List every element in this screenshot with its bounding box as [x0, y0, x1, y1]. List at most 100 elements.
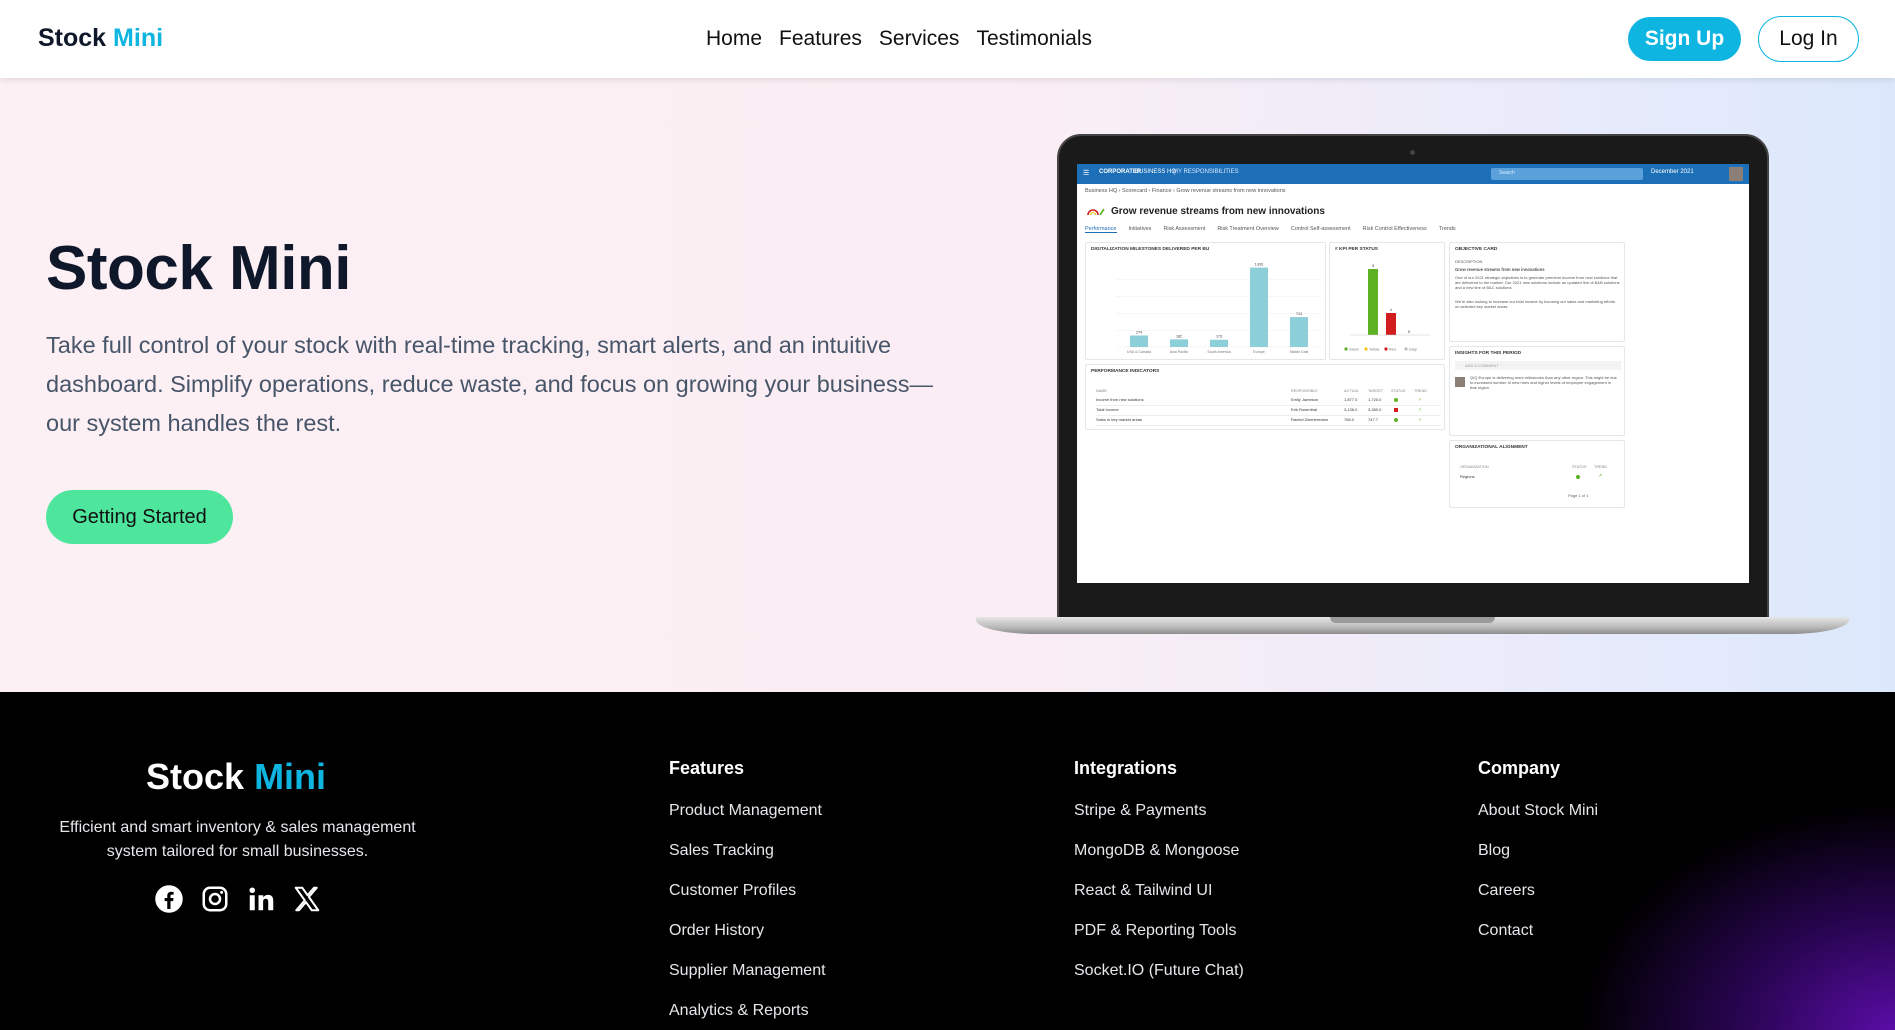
nav-link-features[interactable]: Features [779, 27, 862, 51]
org-alignment-card: ORGANIZATIONAL ALIGNMENT ORGANIZATION ST… [1449, 440, 1625, 508]
footer-link[interactable]: Careers [1478, 881, 1598, 921]
bar-category-label: USA & Canada [1127, 350, 1151, 354]
avatar [1729, 167, 1743, 181]
footer-link[interactable]: Product Management [669, 801, 826, 841]
org-row-name: Regions [1460, 474, 1475, 479]
app-nav-item: MY RESPONSIBILITIES [1173, 169, 1239, 175]
app-search-input: Search [1491, 168, 1643, 180]
footer-col-integrations: Integrations Stripe & Payments MongoDB &… [1074, 758, 1244, 1001]
bar-chart: 274 USA & Canada 182 Asia Pacific 173 South A… [1116, 263, 1322, 354]
org-header-status: STATUS [1572, 465, 1587, 469]
tab-risk-treatment: Risk Treatment Overview [1217, 226, 1279, 232]
footer-link[interactable]: Contact [1478, 921, 1598, 961]
bar-category-label: Asia Pacific [1170, 350, 1189, 354]
nav-link-testimonials[interactable]: Testimonials [976, 27, 1092, 51]
signup-button[interactable]: Sign Up [1628, 17, 1741, 61]
laptop-notch [1330, 617, 1495, 623]
instagram-icon[interactable] [200, 884, 230, 914]
bar [1130, 335, 1148, 347]
org-alignment-title: ORGANIZATIONAL ALIGNMENT [1455, 445, 1528, 450]
bar-value-label: 173 [1216, 335, 1222, 339]
trend-icon: ↗ [1418, 397, 1422, 402]
insights-title: INSIGHTS FOR THIS PERIOD [1455, 351, 1522, 356]
footer-col-title: Integrations [1074, 758, 1178, 778]
kpi-bar [1386, 313, 1396, 335]
footer-link[interactable]: MongoDB & Mongoose [1074, 841, 1244, 881]
app-header-bar: ☰ CORPORATER BUSINESS HQ MY RESPONSIBILI… [1077, 164, 1749, 184]
kpi-value-label: 0 [1408, 329, 1411, 334]
tab-trends: Trends [1438, 226, 1456, 232]
table-row: Income from new solutions Emily Jameson … [1096, 397, 1441, 406]
tab-risk-control: Risk Control Effectiveness [1362, 226, 1427, 232]
avatar [1455, 377, 1465, 387]
footer-brand: Stock Mini [146, 756, 327, 797]
footer-description: Efficient and smart inventory & sales ma… [59, 819, 416, 860]
footer-link[interactable]: Customer Profiles [669, 881, 826, 921]
kpi-bar [1368, 269, 1378, 335]
dashboard-page-title: Grow revenue streams from new innovation… [1111, 206, 1325, 217]
footer-link[interactable]: PDF & Reporting Tools [1074, 921, 1244, 961]
kpi-chart: 3 1 0 Green Yellow Red Gray [1344, 263, 1430, 352]
gauge-icon [1087, 208, 1105, 216]
footer: Stock Mini Efficient and smart inventory… [0, 692, 1895, 1030]
laptop-camera [1410, 150, 1415, 155]
trend-icon: ↗ [1598, 473, 1603, 479]
objective-text-2: We're also looking to increase our total… [1455, 299, 1616, 309]
app-nav-item: BUSINESS HQ [1135, 169, 1177, 175]
bar [1290, 317, 1308, 347]
kpi-chart-title: # KPI PER STATUS [1335, 247, 1379, 252]
kpi-chart-card: # KPI PER STATUS 3 1 0 Green Yellow Red Gray [1329, 242, 1445, 360]
footer-link[interactable]: Analytics & Reports [669, 1001, 826, 1030]
footer-link[interactable]: Supplier Management [669, 961, 826, 1001]
getting-started-button[interactable]: Getting Started [46, 490, 233, 544]
social-links [154, 884, 322, 914]
legend-dot [1384, 347, 1388, 351]
objective-card: OBJECTIVE CARD DESCRIPTION Grow revenue … [1449, 242, 1625, 342]
brand-accent: Mini [113, 24, 164, 52]
legend-label: Green [1349, 348, 1359, 352]
kpi-value-label: 1 [1390, 307, 1393, 312]
footer-link[interactable]: About Stock Mini [1478, 801, 1598, 841]
performance-indicators-title: PERFORMANCE INDICATORS [1091, 369, 1160, 374]
bar-category-label: Middle East [1290, 350, 1309, 354]
trend-icon: ↗ [1418, 407, 1422, 412]
nav-link-home[interactable]: Home [706, 27, 762, 51]
status-dot [1394, 398, 1398, 402]
dashboard-tabs: Performance Initiatives Risk Assessment … [1085, 226, 1456, 233]
bar-category-label: Europe [1253, 350, 1265, 354]
tab-risk-assessment: Risk Assessment [1163, 226, 1206, 232]
legend-label: Yellow [1369, 348, 1380, 352]
org-header-name: ORGANIZATION [1460, 465, 1489, 469]
tab-initiatives: Initiatives [1128, 226, 1152, 232]
nav-links: Home Features Services Testimonials [706, 27, 1092, 51]
linkedin-icon[interactable] [246, 884, 276, 914]
objective-head: Grow revenue streams from new innovation… [1455, 267, 1545, 272]
footer-col-features: Features Product Management Sales Tracki… [669, 758, 826, 1030]
footer-col-company: Company About Stock Mini Blog Careers Co… [1478, 758, 1598, 961]
objective-text: One of our 2021 strategic objectives is … [1455, 275, 1620, 290]
legend-label: Gray [1409, 348, 1417, 352]
footer-link[interactable]: Stripe & Payments [1074, 801, 1244, 841]
bar [1170, 339, 1188, 347]
bar-value-label: 182 [1176, 334, 1182, 338]
footer-link[interactable]: Sales Tracking [669, 841, 826, 881]
performance-indicators-card: PERFORMANCE INDICATORS NAME RESPONSIBLE … [1085, 364, 1445, 430]
legend-dot [1404, 347, 1408, 351]
footer-link[interactable]: Order History [669, 921, 826, 961]
footer-link[interactable]: Blog [1478, 841, 1598, 881]
footer-link[interactable]: React & Tailwind UI [1074, 881, 1244, 921]
menu-icon: ☰ [1083, 170, 1090, 177]
bar-chart-card: DIGITALIZATION MILESTONES DELIVERED PER … [1085, 242, 1326, 360]
legend-dot [1364, 347, 1368, 351]
org-header-trend: TREND [1594, 465, 1608, 469]
tab-control-self-assessment: Control Self-assessment [1290, 226, 1351, 232]
footer-link[interactable]: Socket.IO (Future Chat) [1074, 961, 1244, 1001]
dashboard-screenshot: ☰ CORPORATER BUSINESS HQ MY RESPONSIBILI… [1077, 164, 1749, 583]
bar [1210, 339, 1228, 347]
login-button[interactable]: Log In [1758, 16, 1859, 62]
facebook-icon[interactable] [154, 884, 184, 914]
pager: Page 1 of 1 [1568, 493, 1589, 498]
brand-logo[interactable]: Stock Mini [38, 24, 163, 53]
x-icon[interactable] [292, 884, 322, 914]
nav-link-services[interactable]: Services [879, 27, 960, 51]
